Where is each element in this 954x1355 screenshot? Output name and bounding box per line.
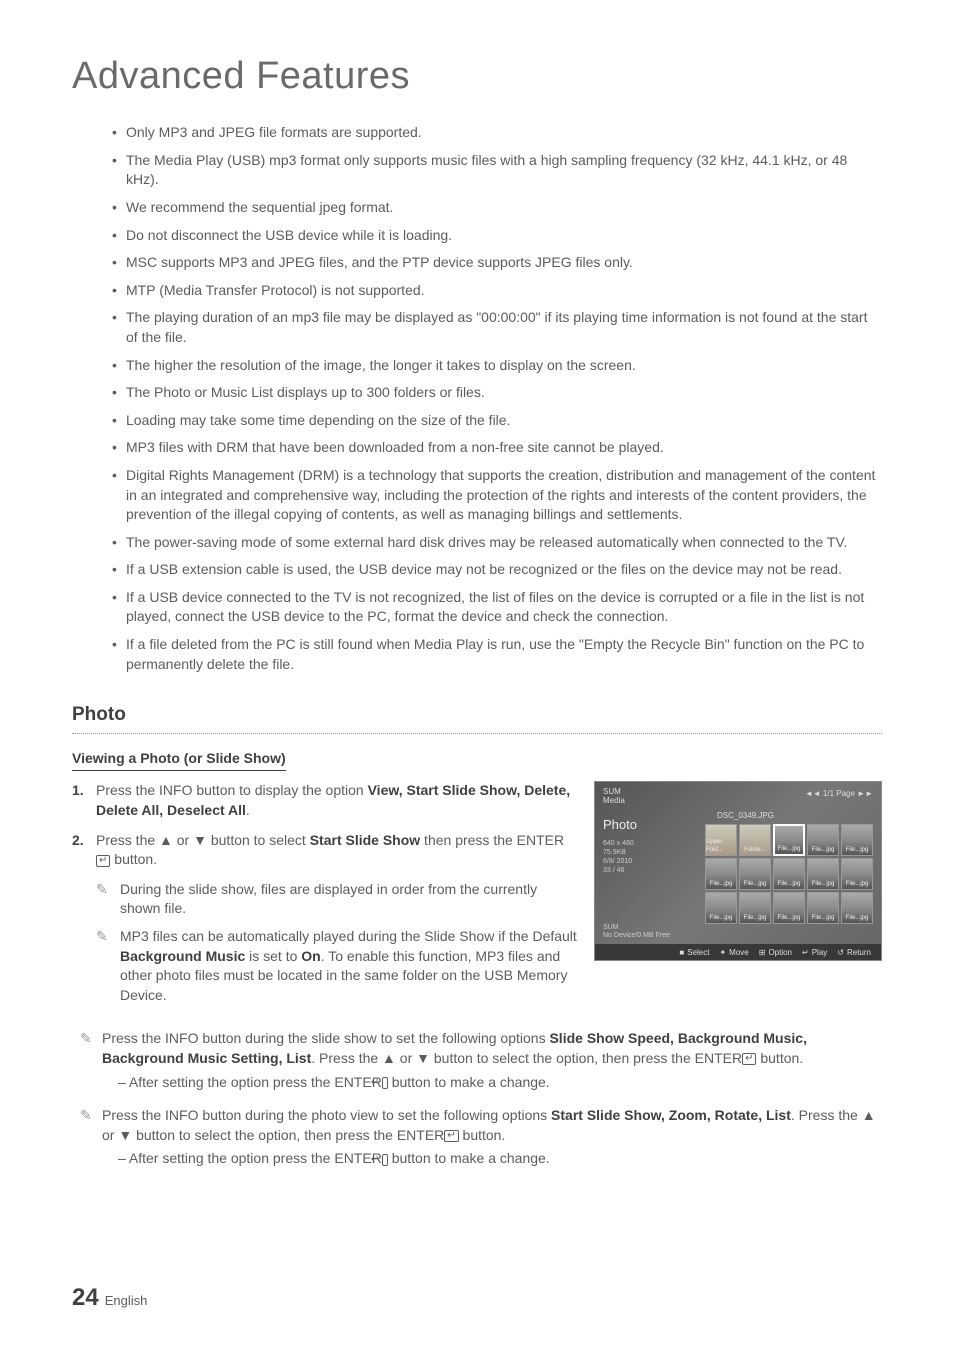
thumb: File...jpg [807,858,839,890]
steps-list: 1. Press the INFO button to display the … [72,781,578,869]
tip-dash: – After setting the option press the ENT… [118,1150,382,1166]
tip-2: ✎ Press the INFO button during the photo… [72,1106,882,1169]
step-1: 1. Press the INFO button to display the … [72,781,578,820]
note-text: During the slide show, files are display… [120,880,578,919]
thumb: File...jpg [705,892,737,924]
step-text-pre: Press the ▲ or ▼ button to select [96,832,310,848]
list-item: Only MP3 and JPEG file formats are suppo… [112,123,882,143]
sc-return-icon: ↺ Return [837,947,871,958]
tip-dash-post: button to make a change. [388,1150,550,1166]
note-hand-icon: ✎ [96,927,120,1005]
step-number: 1. [72,781,96,820]
tip-text: . Press the ▲ or ▼ button to select the … [311,1050,742,1066]
enter-icon: ↵ [444,1130,458,1142]
list-item: We recommend the sequential jpeg format. [112,198,882,218]
tip-text: Press the INFO button during the slide s… [102,1030,549,1046]
thumb: File...jpg [739,892,771,924]
list-item: MTP (Media Transfer Protocol) is not sup… [112,281,882,301]
list-item: MP3 files with DRM that have been downlo… [112,438,882,458]
list-item: MSC supports MP3 and JPEG files, and the… [112,253,882,273]
sc-photo-label: Photo [603,816,637,834]
tip-text: Press the INFO button during the photo v… [102,1107,551,1123]
viewing-subheading: Viewing a Photo (or Slide Show) [72,749,286,772]
tv-ui-screenshot: SUMMedia ◄◄ 1/1 Page ►► DSC_0349.JPG Pho… [594,781,882,961]
thumb: File...jpg [739,858,771,890]
thumb: Folder... [739,824,771,856]
sc-page-indicator: ◄◄ 1/1 Page ►► [805,788,873,799]
list-item: Do not disconnect the USB device while i… [112,226,882,246]
thumb: File...jpg [773,892,805,924]
tip-hand-icon: ✎ [80,1029,102,1092]
sc-play-icon: ↵ Play [802,947,827,958]
sc-action-bar: ■ Select ✦ Move ⊞ Option ↵ Play ↺ Return [595,944,881,960]
note-hand-icon: ✎ [96,880,120,919]
tip-hand-icon: ✎ [80,1106,102,1169]
thumb: File...jpg [841,892,873,924]
sc-move-icon: ✦ Move [719,947,748,958]
list-item: Digital Rights Management (DRM) is a tec… [112,466,882,525]
step-text-post2: button. [110,851,157,867]
step-text-post: . [246,802,250,818]
thumb-selected: File...jpg [773,824,805,856]
page-title: Advanced Features [72,50,882,103]
step-number: 2. [72,831,96,870]
tip-1: ✎ Press the INFO button during the slide… [72,1029,882,1092]
tip-text: button. [459,1127,506,1143]
list-item: The higher the resolution of the image, … [112,356,882,376]
sc-thumbnail-grid: Upper Fold... Folder... File...jpg File.… [705,824,873,924]
language-label: English [105,1292,148,1310]
list-item: The playing duration of an mp3 file may … [112,308,882,347]
thumb: File...jpg [841,824,873,856]
page-footer: 24 English [72,1281,147,1315]
tip-dash: – After setting the option press the ENT… [118,1074,382,1090]
note-bold: On [301,948,320,964]
sc-filename: DSC_0349.JPG [717,810,774,821]
enter-icon: ↵ [96,855,110,867]
thumb: File...jpg [807,892,839,924]
enter-icon: ↵ [742,1053,756,1065]
list-item: If a USB extension cable is used, the US… [112,560,882,580]
note-bold: Background Music [120,948,245,964]
sc-sidebar: Photo 640 x 480 75.9KB 6/8/ 2010 33 / 46 [603,816,637,875]
thumb: Upper Fold... [705,824,737,856]
thumb: File...jpg [841,858,873,890]
tip-bold: Start Slide Show, Zoom, Rotate, List [551,1107,791,1123]
list-item: The Media Play (USB) mp3 format only sup… [112,151,882,190]
list-item: If a file deleted from the PC is still f… [112,635,882,674]
inner-note-1: ✎ During the slide show, files are displ… [72,880,578,919]
feature-bullet-list: Only MP3 and JPEG file formats are suppo… [72,123,882,674]
sc-option-icon: ⊞ Option [759,947,792,958]
note-text: MP3 files can be automatically played du… [120,928,577,944]
thumb: File...jpg [705,858,737,890]
inner-note-2: ✎ MP3 files can be automatically played … [72,927,578,1005]
photo-section-header: Photo [72,702,882,729]
tip-text: button. [756,1050,803,1066]
list-item: The Photo or Music List displays up to 3… [112,383,882,403]
tip-dash-post: button to make a change. [388,1074,550,1090]
step-2: 2. Press the ▲ or ▼ button to select Sta… [72,831,578,870]
list-item: Loading may take some time depending on … [112,411,882,431]
divider [72,733,882,734]
step-text-pre: Press the INFO button to display the opt… [96,782,368,798]
thumb: File...jpg [773,858,805,890]
page-number: 24 [72,1281,99,1315]
sc-select-icon: ■ Select [679,947,709,958]
sc-top-label: SUMMedia [603,788,625,806]
list-item: If a USB device connected to the TV is n… [112,588,882,627]
sc-storage-label: SUMNo Device/0 MB Free [603,924,670,941]
step-text-post: then press the ENTER [420,832,564,848]
note-text: is set to [245,948,301,964]
step-text-bold: Start Slide Show [310,832,420,848]
list-item: The power-saving mode of some external h… [112,533,882,553]
thumb: File...jpg [807,824,839,856]
